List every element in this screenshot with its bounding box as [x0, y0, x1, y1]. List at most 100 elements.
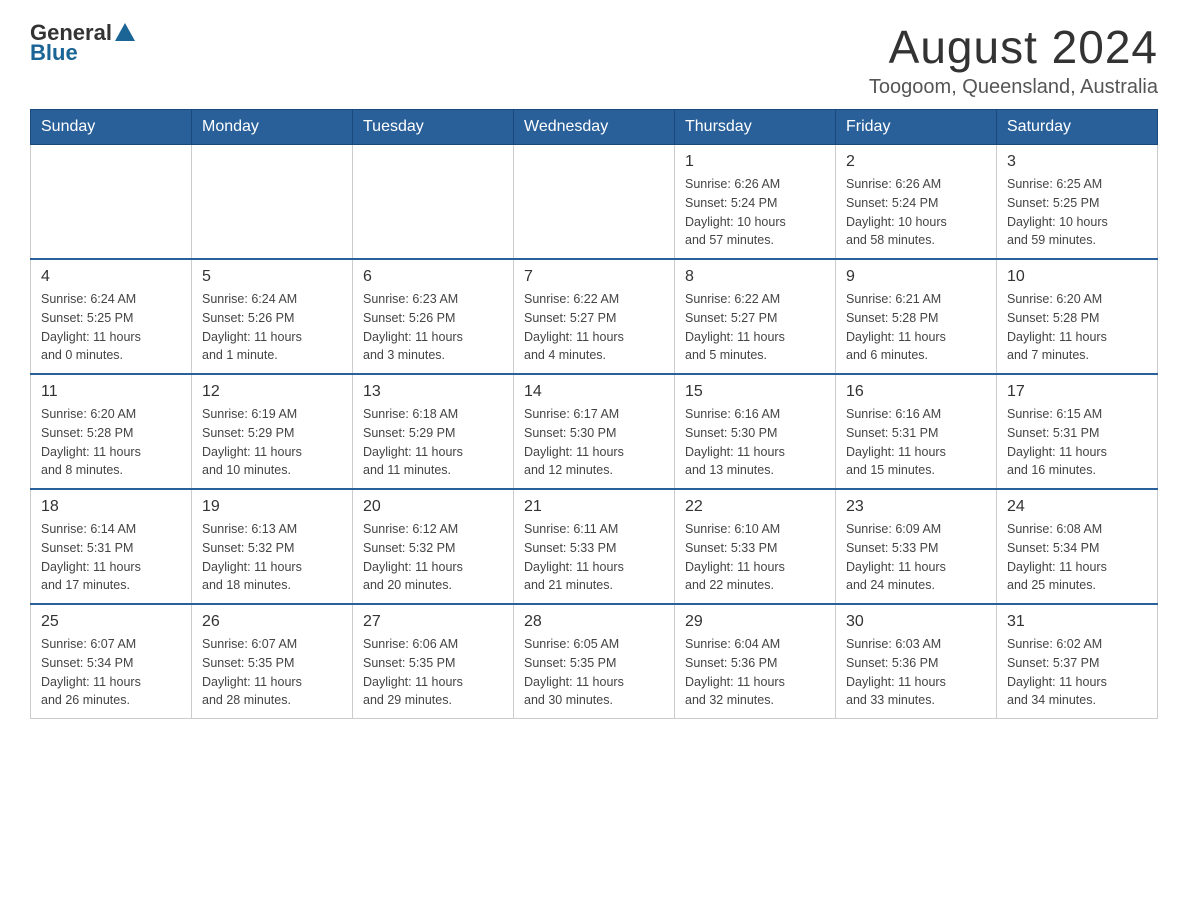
sun-info: Sunrise: 6:05 AMSunset: 5:35 PMDaylight:…	[524, 635, 664, 710]
day-number: 18	[41, 498, 181, 516]
day-number: 24	[1007, 498, 1147, 516]
sun-info: Sunrise: 6:24 AMSunset: 5:25 PMDaylight:…	[41, 290, 181, 365]
day-number: 31	[1007, 613, 1147, 631]
calendar-cell: 28 Sunrise: 6:05 AMSunset: 5:35 PMDayligh…	[514, 604, 675, 719]
day-number: 20	[363, 498, 503, 516]
calendar-week-row: 4 Sunrise: 6:24 AMSunset: 5:25 PMDaylight…	[31, 259, 1158, 374]
day-number: 12	[202, 383, 342, 401]
calendar-table: SundayMondayTuesdayWednesdayThursdayFrid…	[30, 109, 1158, 719]
sun-info: Sunrise: 6:16 AMSunset: 5:31 PMDaylight:…	[846, 405, 986, 480]
calendar-cell: 30Sunrise: 6:03 AMSunset: 5:36 PMDayligh…	[836, 604, 997, 719]
calendar-cell: 27 Sunrise: 6:06 AMSunset: 5:35 PMDayligh…	[353, 604, 514, 719]
sun-info: Sunrise: 6:23 AMSunset: 5:26 PMDaylight:…	[363, 290, 503, 365]
day-header-friday: Friday	[836, 110, 997, 145]
sun-info: Sunrise: 6:20 AMSunset: 5:28 PMDaylight:…	[41, 405, 181, 480]
month-year-title: August 2024	[869, 20, 1158, 74]
day-number: 23	[846, 498, 986, 516]
sun-info: Sunrise: 6:16 AMSunset: 5:30 PMDaylight:…	[685, 405, 825, 480]
calendar-week-row: 1 Sunrise: 6:26 AMSunset: 5:24 PMDaylight…	[31, 145, 1158, 260]
sun-info: Sunrise: 6:19 AMSunset: 5:29 PMDaylight:…	[202, 405, 342, 480]
day-number: 1	[685, 153, 825, 171]
sun-info: Sunrise: 6:07 AMSunset: 5:34 PMDaylight:…	[41, 635, 181, 710]
day-number: 26	[202, 613, 342, 631]
sun-info: Sunrise: 6:22 AMSunset: 5:27 PMDaylight:…	[524, 290, 664, 365]
day-number: 28	[524, 613, 664, 631]
calendar-cell: 9 Sunrise: 6:21 AMSunset: 5:28 PMDaylight…	[836, 259, 997, 374]
sun-info: Sunrise: 6:11 AMSunset: 5:33 PMDaylight:…	[524, 520, 664, 595]
day-number: 21	[524, 498, 664, 516]
calendar-cell	[31, 145, 192, 260]
day-header-wednesday: Wednesday	[514, 110, 675, 145]
calendar-cell: 18 Sunrise: 6:14 AMSunset: 5:31 PMDayligh…	[31, 489, 192, 604]
calendar-cell: 15 Sunrise: 6:16 AMSunset: 5:30 PMDayligh…	[675, 374, 836, 489]
sun-info: Sunrise: 6:10 AMSunset: 5:33 PMDaylight:…	[685, 520, 825, 595]
calendar-cell: 17Sunrise: 6:15 AMSunset: 5:31 PMDayligh…	[997, 374, 1158, 489]
day-header-thursday: Thursday	[675, 110, 836, 145]
sun-info: Sunrise: 6:18 AMSunset: 5:29 PMDaylight:…	[363, 405, 503, 480]
title-section: August 2024 Toogoom, Queensland, Austral…	[869, 20, 1158, 99]
day-number: 25	[41, 613, 181, 631]
calendar-cell: 16 Sunrise: 6:16 AMSunset: 5:31 PMDayligh…	[836, 374, 997, 489]
sun-info: Sunrise: 6:07 AMSunset: 5:35 PMDaylight:…	[202, 635, 342, 710]
page-header: General Blue August 2024 Toogoom, Queens…	[30, 20, 1158, 99]
calendar-cell: 29 Sunrise: 6:04 AMSunset: 5:36 PMDayligh…	[675, 604, 836, 719]
day-number: 14	[524, 383, 664, 401]
sun-info: Sunrise: 6:13 AMSunset: 5:32 PMDaylight:…	[202, 520, 342, 595]
location-subtitle: Toogoom, Queensland, Australia	[869, 76, 1158, 99]
calendar-header-row: SundayMondayTuesdayWednesdayThursdayFrid…	[31, 110, 1158, 145]
calendar-cell: 20 Sunrise: 6:12 AMSunset: 5:32 PMDayligh…	[353, 489, 514, 604]
calendar-cell: 25 Sunrise: 6:07 AMSunset: 5:34 PMDayligh…	[31, 604, 192, 719]
day-header-tuesday: Tuesday	[353, 110, 514, 145]
calendar-cell	[514, 145, 675, 260]
day-number: 3	[1007, 153, 1147, 171]
day-number: 10	[1007, 268, 1147, 286]
day-number: 8	[685, 268, 825, 286]
calendar-cell: 31Sunrise: 6:02 AMSunset: 5:37 PMDayligh…	[997, 604, 1158, 719]
calendar-cell: 10 Sunrise: 6:20 AMSunset: 5:28 PMDayligh…	[997, 259, 1158, 374]
sun-info: Sunrise: 6:08 AMSunset: 5:34 PMDaylight:…	[1007, 520, 1147, 595]
sun-info: Sunrise: 6:24 AMSunset: 5:26 PMDaylight:…	[202, 290, 342, 365]
calendar-week-row: 25 Sunrise: 6:07 AMSunset: 5:34 PMDayligh…	[31, 604, 1158, 719]
day-number: 5	[202, 268, 342, 286]
sun-info: Sunrise: 6:22 AMSunset: 5:27 PMDaylight:…	[685, 290, 825, 365]
day-number: 7	[524, 268, 664, 286]
day-number: 17	[1007, 383, 1147, 401]
calendar-cell: 6 Sunrise: 6:23 AMSunset: 5:26 PMDaylight…	[353, 259, 514, 374]
sun-info: Sunrise: 6:20 AMSunset: 5:28 PMDaylight:…	[1007, 290, 1147, 365]
day-number: 15	[685, 383, 825, 401]
day-number: 4	[41, 268, 181, 286]
sun-info: Sunrise: 6:04 AMSunset: 5:36 PMDaylight:…	[685, 635, 825, 710]
day-number: 19	[202, 498, 342, 516]
sun-info: Sunrise: 6:17 AMSunset: 5:30 PMDaylight:…	[524, 405, 664, 480]
calendar-cell: 7 Sunrise: 6:22 AMSunset: 5:27 PMDaylight…	[514, 259, 675, 374]
day-number: 27	[363, 613, 503, 631]
day-number: 13	[363, 383, 503, 401]
sun-info: Sunrise: 6:12 AMSunset: 5:32 PMDaylight:…	[363, 520, 503, 595]
day-header-saturday: Saturday	[997, 110, 1158, 145]
sun-info: Sunrise: 6:14 AMSunset: 5:31 PMDaylight:…	[41, 520, 181, 595]
calendar-cell: 4 Sunrise: 6:24 AMSunset: 5:25 PMDaylight…	[31, 259, 192, 374]
logo-blue: Blue	[30, 40, 78, 66]
day-number: 6	[363, 268, 503, 286]
day-number: 11	[41, 383, 181, 401]
calendar-cell	[192, 145, 353, 260]
calendar-cell: 13 Sunrise: 6:18 AMSunset: 5:29 PMDayligh…	[353, 374, 514, 489]
day-header-monday: Monday	[192, 110, 353, 145]
sun-info: Sunrise: 6:26 AMSunset: 5:24 PMDaylight:…	[846, 175, 986, 250]
day-number: 9	[846, 268, 986, 286]
logo-triangle-icon	[115, 23, 135, 41]
calendar-cell: 21 Sunrise: 6:11 AMSunset: 5:33 PMDayligh…	[514, 489, 675, 604]
day-number: 22	[685, 498, 825, 516]
sun-info: Sunrise: 6:06 AMSunset: 5:35 PMDaylight:…	[363, 635, 503, 710]
sun-info: Sunrise: 6:25 AMSunset: 5:25 PMDaylight:…	[1007, 175, 1147, 250]
sun-info: Sunrise: 6:03 AMSunset: 5:36 PMDaylight:…	[846, 635, 986, 710]
calendar-cell: 14 Sunrise: 6:17 AMSunset: 5:30 PMDayligh…	[514, 374, 675, 489]
calendar-cell: 19 Sunrise: 6:13 AMSunset: 5:32 PMDayligh…	[192, 489, 353, 604]
day-number: 29	[685, 613, 825, 631]
calendar-cell: 24 Sunrise: 6:08 AMSunset: 5:34 PMDayligh…	[997, 489, 1158, 604]
sun-info: Sunrise: 6:21 AMSunset: 5:28 PMDaylight:…	[846, 290, 986, 365]
day-number: 2	[846, 153, 986, 171]
day-number: 16	[846, 383, 986, 401]
calendar-cell: 26 Sunrise: 6:07 AMSunset: 5:35 PMDayligh…	[192, 604, 353, 719]
calendar-cell: 1Sunrise: 6:26 AMSunset: 5:24 PMDaylight…	[675, 145, 836, 260]
